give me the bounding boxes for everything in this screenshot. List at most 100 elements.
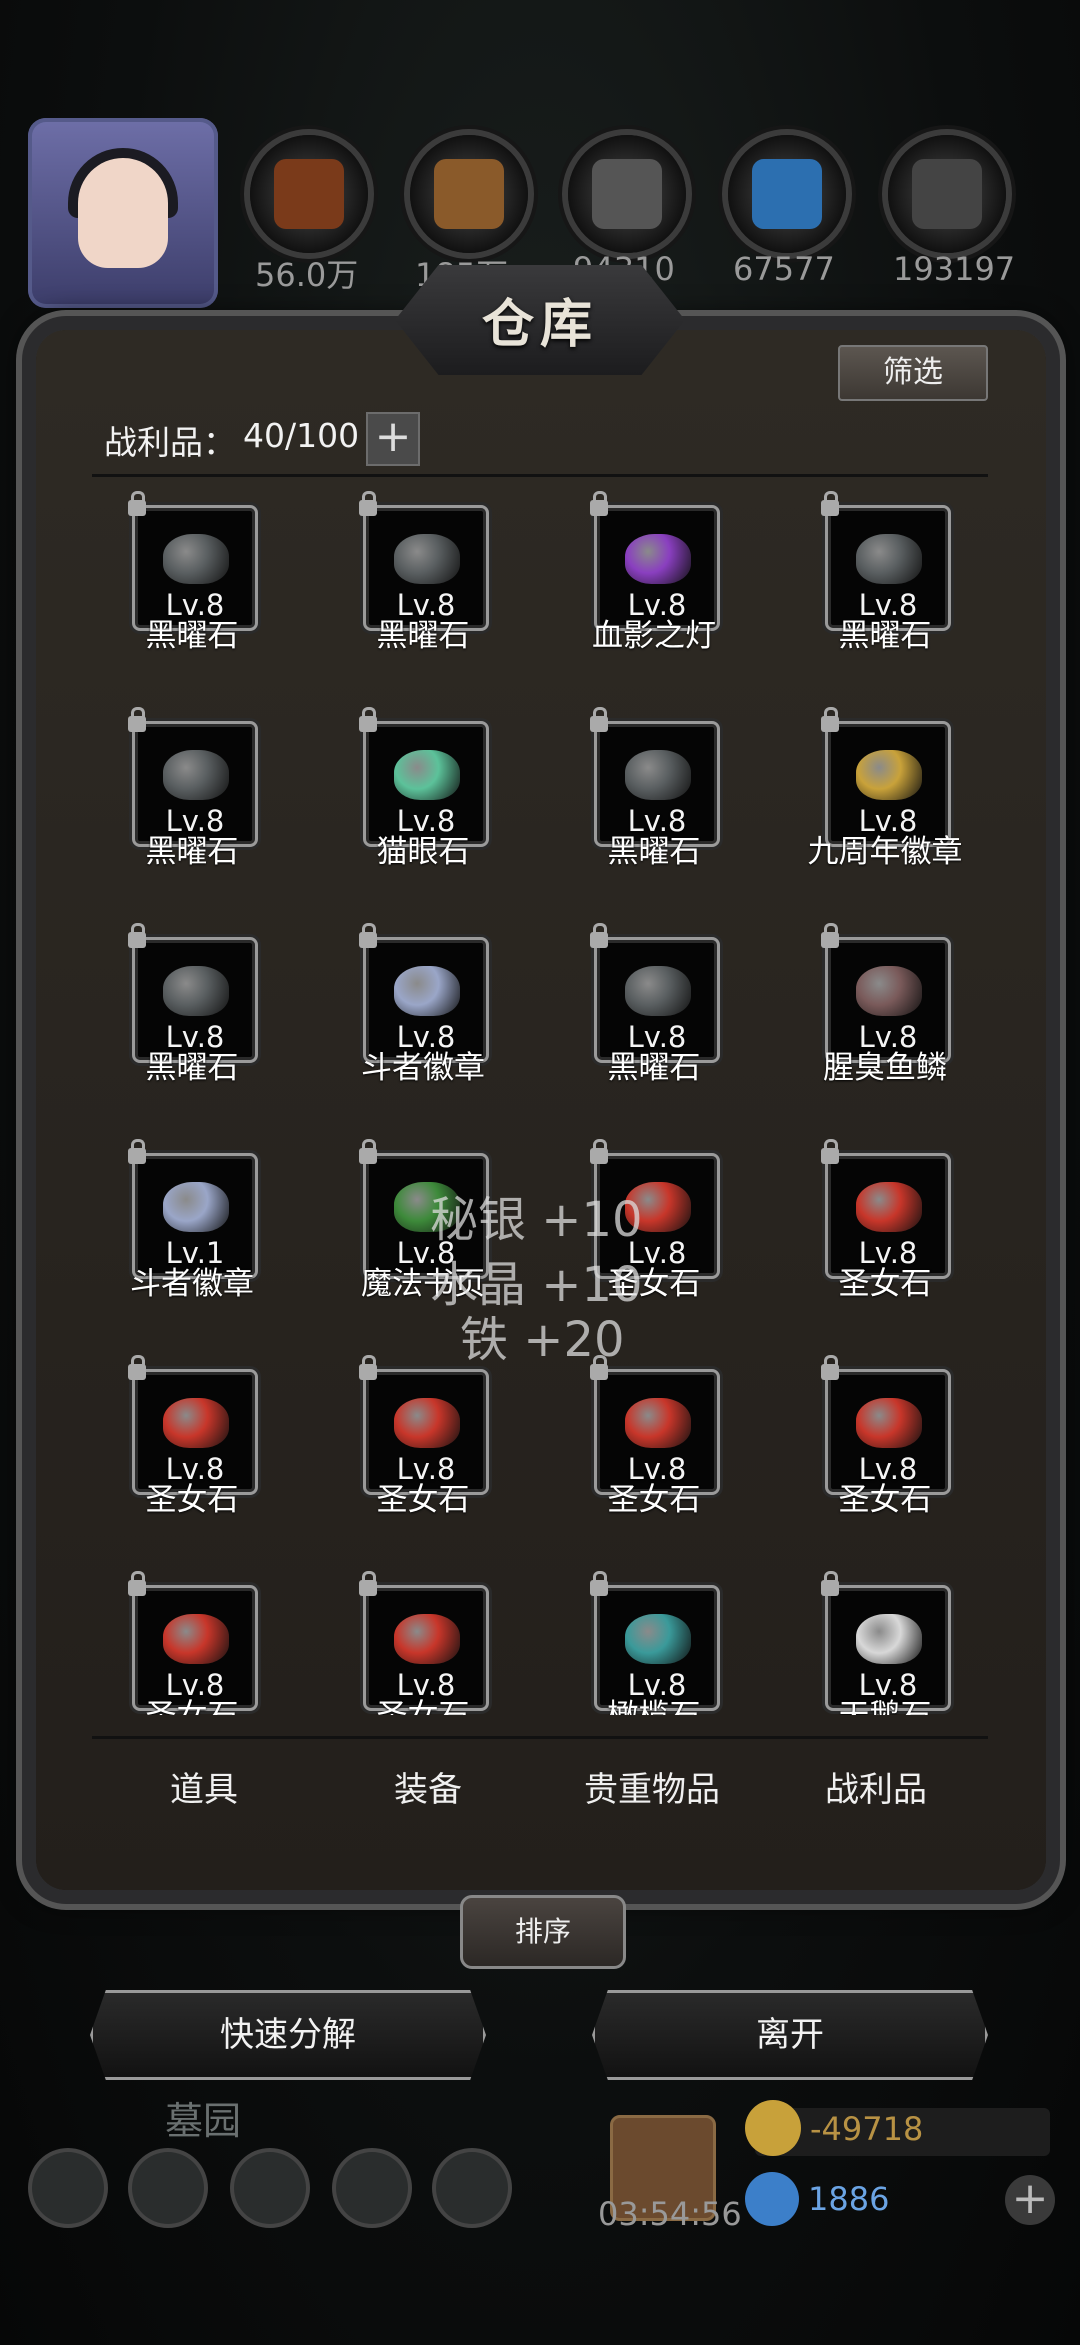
iron-icon (912, 159, 982, 229)
sort-button[interactable]: 排序 (460, 1895, 626, 1969)
saint-stone-icon (625, 1398, 691, 1448)
location-label: 墓园 (165, 2099, 242, 2143)
item-cell[interactable]: Lv.8圣女石 (323, 1570, 523, 1715)
add-currency-icon[interactable]: + (1005, 2175, 1055, 2225)
guild-icon[interactable] (234, 2152, 306, 2224)
item-cell[interactable]: Lv.8 黑曜石 (554, 922, 754, 1112)
item-cell[interactable]: Lv.8橄榄石 (554, 1570, 754, 1715)
obsidian-icon (163, 534, 229, 584)
fighter-badge-icon (163, 1182, 229, 1232)
lock-icon (359, 491, 377, 516)
lock-icon (821, 1139, 839, 1164)
item-cell[interactable]: Lv.8 斗者徽章 (323, 922, 523, 1112)
saint-stone-icon (394, 1398, 460, 1448)
cats-eye-icon (394, 750, 460, 800)
meat-icon (274, 159, 344, 229)
item-cell[interactable]: Lv.8 血影之灯 (554, 490, 754, 680)
item-name: 黑曜石 (607, 1050, 701, 1086)
item-cell[interactable]: Lv.8 腥臭鱼鳞 (785, 922, 985, 1112)
item-cell[interactable]: Lv.1 斗者徽章 (92, 1138, 292, 1328)
item-name: 圣女石 (838, 1482, 932, 1518)
lock-icon (128, 923, 146, 948)
item-cell[interactable]: Lv.8圣女石 (92, 1570, 292, 1715)
quick-decompose-button[interactable]: 快速分解 (90, 1990, 486, 2080)
item-name: 斗者徽章 (361, 1050, 485, 1086)
filter-button[interactable]: 筛选 (838, 345, 988, 401)
tab-loot[interactable]: 战利品 (764, 1740, 988, 1840)
saint-stone-icon (163, 1398, 229, 1448)
lock-icon (821, 1571, 839, 1596)
lock-icon (359, 707, 377, 732)
item-cell[interactable]: Lv.8 九周年徽章 (785, 706, 985, 896)
settings-icon[interactable] (32, 2152, 104, 2224)
lock-icon (590, 1571, 608, 1596)
resource-0[interactable] (250, 135, 368, 253)
item-name: 猫眼石 (376, 834, 470, 870)
item-cell[interactable]: Lv.8 黑曜石 (92, 706, 292, 896)
reward-float-mithril: 秘银 +10 (430, 1192, 643, 1248)
lock-icon (128, 491, 146, 516)
item-cell[interactable]: Lv.8圣女石 (785, 1138, 985, 1328)
avatar-face (78, 158, 168, 268)
resource-4[interactable] (888, 135, 1006, 253)
resource-3[interactable] (728, 135, 846, 253)
saint-stone-icon (856, 1182, 922, 1232)
leave-button[interactable]: 离开 (592, 1990, 988, 2080)
lock-icon (359, 1571, 377, 1596)
crystal-icon (745, 2172, 799, 2226)
item-name: 黑曜石 (376, 618, 470, 654)
lock-icon (128, 1355, 146, 1380)
item-name: 斗者徽章 (130, 1266, 254, 1302)
item-name: 黑曜石 (145, 1050, 239, 1086)
tab-props[interactable]: 道具 (92, 1740, 316, 1840)
tab-valuables[interactable]: 贵重物品 (540, 1740, 764, 1840)
item-cell[interactable]: Lv.8 黑曜石 (323, 490, 523, 680)
item-cell[interactable]: Lv.8 黑曜石 (785, 490, 985, 680)
tab-equipment[interactable]: 装备 (316, 1740, 540, 1840)
gift-timer: 03:54:56 (598, 2195, 742, 2233)
item-cell[interactable]: Lv.8圣女石 (323, 1354, 523, 1544)
lock-icon (821, 707, 839, 732)
obsidian-icon (163, 966, 229, 1016)
anniversary-badge-icon (856, 750, 922, 800)
gold-coin-icon (745, 2100, 801, 2156)
item-name: 黑曜石 (838, 618, 932, 654)
crystal-icon (752, 159, 822, 229)
lock-icon (590, 491, 608, 516)
top-divider (92, 474, 988, 477)
item-cell[interactable]: Lv.8 黑曜石 (92, 922, 292, 1112)
lock-icon (359, 1355, 377, 1380)
item-name: 橄榄石 (554, 1690, 754, 1715)
item-grid: Lv.8 黑曜石 Lv.8 黑曜石 Lv.8 血影之灯 Lv.8 黑曜石 Lv.8 黑曜石 Lv.8… (92, 490, 988, 1715)
resource-1[interactable] (410, 135, 528, 253)
item-cell[interactable]: Lv.8 猫眼石 (323, 706, 523, 896)
resource-2[interactable] (568, 135, 686, 253)
capacity-value: 40/100 (243, 416, 360, 455)
item-cell[interactable]: Lv.8 黑曜石 (92, 490, 292, 680)
wood-icon (434, 159, 504, 229)
obsidian-icon (625, 750, 691, 800)
saint-stone-icon (856, 1398, 922, 1448)
item-name: 圣女石 (92, 1690, 292, 1715)
item-cell[interactable]: Lv.8圣女石 (92, 1354, 292, 1544)
expand-capacity-button[interactable]: + (366, 412, 420, 466)
item-cell[interactable]: Lv.8天鹅石 (785, 1570, 985, 1715)
item-name: 天鹅石 (785, 1690, 985, 1715)
lock-icon (128, 1139, 146, 1164)
item-name: 圣女石 (145, 1482, 239, 1518)
fish-scale-icon (856, 966, 922, 1016)
item-name: 黑曜石 (145, 618, 239, 654)
item-cell[interactable]: Lv.8圣女石 (785, 1354, 985, 1544)
player-avatar[interactable] (28, 118, 218, 308)
item-cell[interactable]: Lv.8 黑曜石 (554, 706, 754, 896)
panel-title: 仓库 (481, 295, 598, 355)
obsidian-icon (625, 966, 691, 1016)
item-cell[interactable]: Lv.8圣女石 (554, 1354, 754, 1544)
bottom-divider (92, 1736, 988, 1739)
map-icon[interactable] (436, 2152, 508, 2224)
resource-value: 56.0万 (255, 256, 359, 294)
obsidian-icon (856, 534, 922, 584)
shield-icon[interactable] (132, 2152, 204, 2224)
mail-icon[interactable] (336, 2152, 408, 2224)
resource-value: 193197 (893, 250, 1016, 288)
